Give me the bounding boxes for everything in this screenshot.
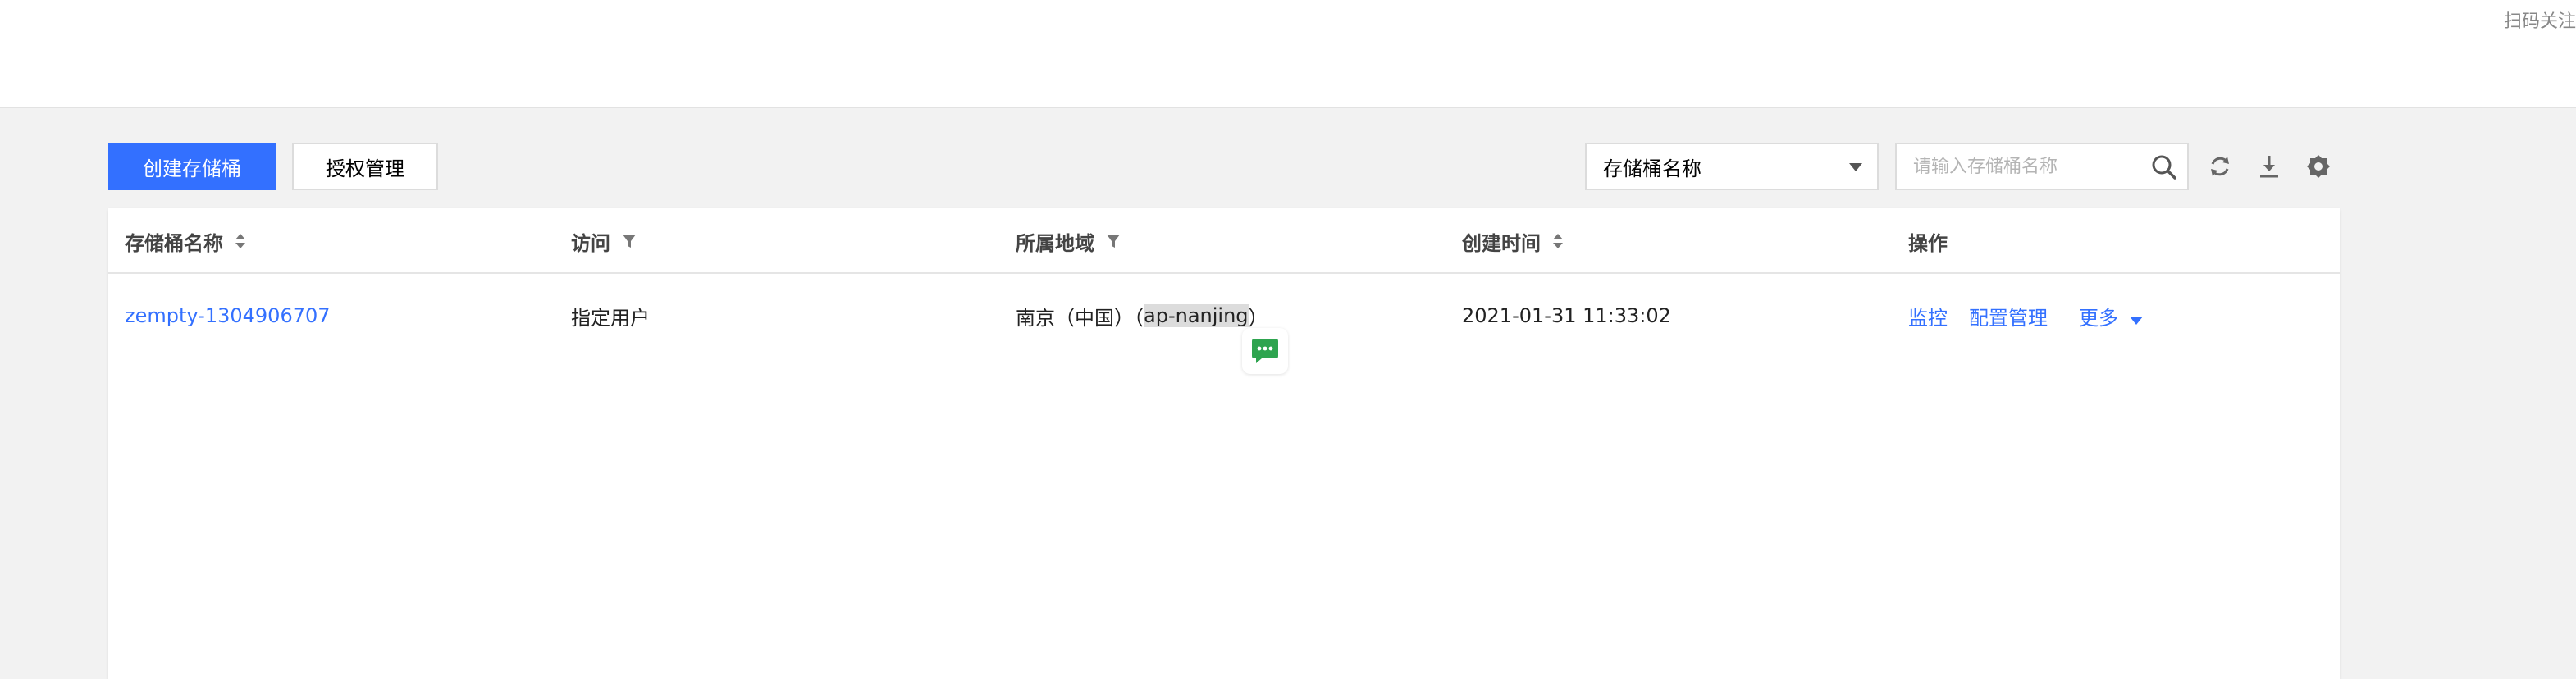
table-row: zempty-1304906707 指定用户 南京（中国）（ ap-nanjing… [108,276,2340,356]
search-input[interactable] [1913,144,2143,189]
created-time-value: 2021-01-31 11:33:02 [1462,304,1671,327]
download-icon[interactable] [2256,153,2282,180]
col-region[interactable]: 所属地域 [1016,208,1121,274]
chat-icon [1252,339,1278,363]
filter-icon[interactable] [1106,233,1121,249]
auth-management-button[interactable]: 授权管理 [292,143,438,190]
search-field-select-value: 存储桶名称 [1603,157,1701,180]
create-bucket-button[interactable]: 创建存储桶 [108,143,276,190]
search-field-select[interactable]: 存储桶名称 [1585,143,1879,190]
more-dropdown[interactable]: 更多 [2079,302,2143,330]
caret-down-icon [1849,163,1862,171]
col-created-time[interactable]: 创建时间 [1462,208,1564,274]
bucket-table: 存储桶名称 访问 所属地域 创建时间 操作 zempty-1304906707 … [108,208,2340,679]
col-access[interactable]: 访问 [571,208,637,274]
col-actions: 操作 [1908,231,1948,255]
search-box[interactable] [1895,143,2189,190]
refresh-icon[interactable] [2207,153,2233,180]
region-code: ap-nanjing [1144,304,1249,327]
search-icon[interactable] [2151,154,2177,180]
filter-icon[interactable] [622,233,637,249]
top-header: 扫码关注 [0,0,2576,108]
chat-assistant-badge[interactable] [1242,328,1288,374]
scan-qr-text[interactable]: 扫码关注 [2504,7,2576,33]
monitor-link[interactable]: 监控 [1908,302,1948,330]
region-value: 南京（中国）（ ap-nanjing） [1016,304,1268,330]
sort-icon[interactable] [1552,232,1564,250]
table-header: 存储桶名称 访问 所属地域 创建时间 操作 [108,208,2340,274]
bucket-name-link[interactable]: zempty-1304906707 [125,304,331,327]
caret-down-icon [2130,316,2143,325]
access-value: 指定用户 [571,306,650,330]
config-management-link[interactable]: 配置管理 [1969,302,2048,330]
settings-icon[interactable] [2305,153,2332,180]
sort-icon[interactable] [235,232,246,250]
col-bucket-name[interactable]: 存储桶名称 [125,208,246,274]
